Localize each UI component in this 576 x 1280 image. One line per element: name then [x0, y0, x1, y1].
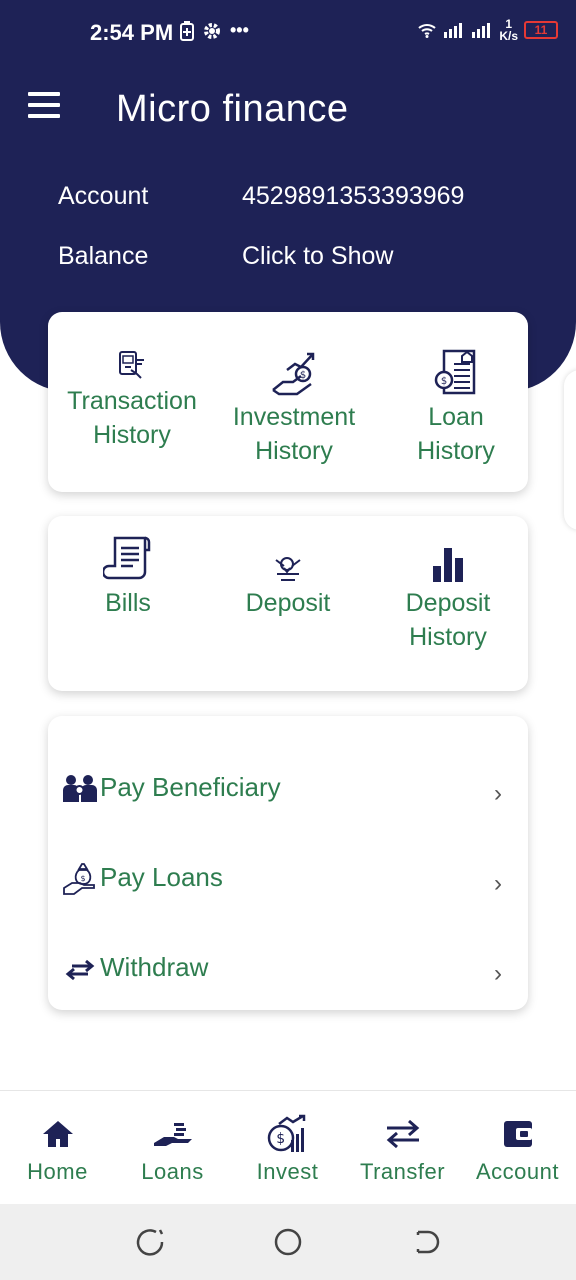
bill-receipt-icon: [48, 532, 208, 582]
tile-transaction-line1: Transaction: [67, 387, 197, 415]
signal-icon-1: [444, 23, 463, 38]
chevron-right-icon: ›: [494, 870, 502, 897]
home-icon: [0, 1113, 115, 1155]
side-panel-edge: [564, 370, 576, 530]
history-card: Transaction History $ Investment History…: [48, 312, 528, 492]
nav-loans-label: Loans: [141, 1159, 204, 1184]
pay-loans-row[interactable]: $ Pay Loans ›: [48, 842, 528, 912]
status-right: 1 K/s 11: [417, 18, 558, 42]
chevron-right-icon: ›: [494, 960, 502, 987]
money-bag-hand-icon: $: [63, 863, 95, 895]
tile-deposit-label: Deposit: [245, 589, 331, 617]
chevron-right-icon: ›: [494, 780, 502, 807]
tile-loan-line1: Loan: [428, 403, 484, 431]
status-bar: 2:54 PM ••• 1 K/s 11: [0, 0, 576, 64]
account-label: Account: [58, 182, 149, 210]
withdraw-label: Withdraw: [100, 952, 209, 982]
account-number: 4529891353393969: [242, 182, 465, 210]
actions-card: Pay Beneficiary › $ Pay Loans › Withdraw…: [48, 716, 528, 1010]
wallet-icon: [460, 1113, 575, 1155]
menu-button[interactable]: [28, 92, 62, 122]
tile-transaction-line2: History: [93, 421, 171, 449]
nav-home[interactable]: Home: [0, 1113, 115, 1185]
battery-indicator: 11: [524, 21, 558, 39]
tile-deposit[interactable]: Deposit: [208, 532, 368, 620]
balance-label: Balance: [58, 242, 149, 270]
tile-investment-history[interactable]: $ Investment History: [214, 346, 374, 468]
network-speed: 1 K/s: [499, 18, 518, 42]
hand-coins-icon: [115, 1113, 230, 1155]
system-navigation-bar: [0, 1204, 576, 1280]
nav-invest-label: Invest: [256, 1159, 319, 1184]
loan-document-icon: $: [376, 346, 536, 396]
back-icon[interactable]: [410, 1226, 442, 1258]
wifi-icon: [418, 24, 436, 38]
hamburger-icon-line: [28, 103, 60, 107]
people-icon: [63, 775, 97, 802]
battery-saver-icon: [180, 20, 194, 41]
app-title: Micro finance: [116, 88, 349, 130]
withdraw-row[interactable]: Withdraw ›: [48, 932, 528, 1002]
tile-deposit-history-line2: History: [409, 623, 487, 651]
tile-transaction-history[interactable]: Transaction History: [52, 346, 212, 452]
nav-transfer-label: Transfer: [359, 1159, 446, 1184]
network-speed-unit: K/s: [499, 29, 518, 43]
screen: 2:54 PM ••• 1 K/s 11 Micro finance Accou…: [0, 0, 576, 1280]
signal-icon-2: [472, 23, 491, 38]
hamburger-icon: [28, 92, 60, 96]
transfer-arrows-icon: [345, 1113, 460, 1155]
hamburger-icon-line: [28, 114, 60, 118]
recent-apps-icon[interactable]: [134, 1226, 166, 1258]
deposit-icon: [208, 532, 368, 582]
invest-growth-icon: $: [230, 1113, 345, 1155]
investment-icon: $: [214, 346, 374, 396]
status-time: 2:54 PM: [90, 20, 174, 45]
nav-account-label: Account: [476, 1159, 559, 1184]
bottom-navigation: Home Loans $ Invest Transfer Account: [0, 1090, 576, 1204]
svg-text:$: $: [276, 1131, 285, 1147]
pay-beneficiary-label: Pay Beneficiary: [100, 772, 281, 802]
tile-bills-label: Bills: [105, 589, 151, 617]
tile-deposit-history-line1: Deposit: [405, 589, 491, 617]
tile-investment-line1: Investment: [232, 403, 356, 431]
pay-beneficiary-row[interactable]: Pay Beneficiary ›: [48, 752, 528, 822]
nav-account[interactable]: Account: [460, 1113, 575, 1185]
swap-arrows-icon: [65, 959, 95, 981]
transaction-icon: [52, 346, 212, 380]
tile-bills[interactable]: Bills: [48, 532, 208, 620]
nav-home-label: Home: [27, 1159, 88, 1184]
nav-invest[interactable]: $ Invest: [230, 1113, 345, 1185]
svg-text:$: $: [441, 376, 447, 387]
balance-show-button[interactable]: Click to Show: [242, 242, 393, 271]
tile-loan-history[interactable]: $ Loan History: [376, 346, 536, 468]
nav-transfer[interactable]: Transfer: [345, 1113, 460, 1185]
settings-gear-icon: [204, 22, 220, 39]
pay-loans-label: Pay Loans: [100, 862, 223, 892]
svg-text:$: $: [80, 874, 85, 883]
tile-investment-line2: History: [255, 437, 333, 465]
bar-chart-icon: [368, 532, 528, 582]
nav-loans[interactable]: Loans: [115, 1113, 230, 1185]
home-circle-icon[interactable]: [272, 1226, 304, 1258]
tile-loan-line2: History: [417, 437, 495, 465]
tile-deposit-history[interactable]: Deposit History: [368, 532, 528, 654]
svg-text:$: $: [300, 370, 306, 381]
more-notifications-icon: •••: [230, 20, 249, 40]
status-left-icons: •••: [180, 20, 249, 41]
services-card: Bills Deposit Deposit History: [48, 516, 528, 691]
